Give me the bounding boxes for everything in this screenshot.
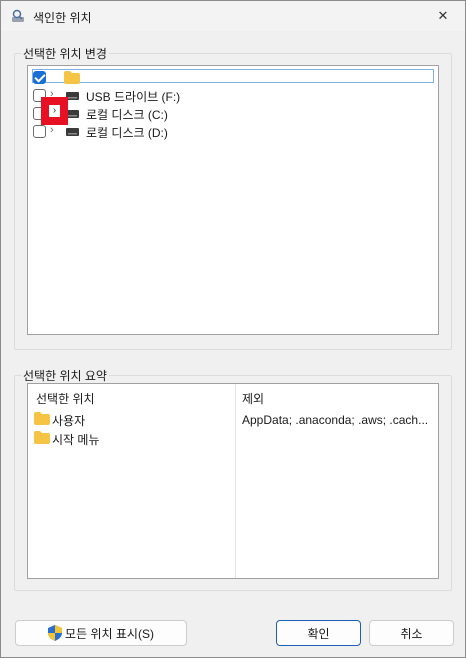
selected-locations-header: 선택한 위치 [36,392,95,406]
selected-row-bar [32,69,434,83]
close-button[interactable]: ✕ [421,1,465,31]
summary-item-start-menu: 시작 메뉴 [52,433,100,447]
summary-panel: 선택한 위치 제외 사용자 시작 메뉴 AppData; .anaconda; … [27,383,439,579]
change-locations-label: 선택한 위치 변경 [21,45,109,62]
highlight-marker[interactable]: › [41,97,68,125]
column-divider [235,384,236,578]
folder-icon [34,412,50,425]
expand-chevron-icon[interactable]: › [49,105,60,117]
cancel-button[interactable]: 취소 [369,620,454,646]
root-checkbox[interactable] [33,71,46,84]
close-icon: ✕ [437,8,449,23]
ok-button[interactable]: 확인 [276,620,361,646]
locations-tree[interactable]: › USB 드라이브 (F:) 로컬 디스크 (C:) › 로컬 디스크 (D:… [27,65,439,335]
folder-icon [64,71,80,84]
folder-icon [34,431,50,444]
tree-label-d: 로컬 디스크 (D:) [86,126,168,140]
title-bar: 색인한 위치 ✕ [1,1,465,31]
summary-item-users: 사용자 [52,414,86,428]
tree-label-c: 로컬 디스크 (C:) [86,108,168,122]
show-all-label: 모든 위치 표시(S) [65,626,154,641]
exclude-header: 제외 [242,392,265,406]
ok-label: 확인 [307,626,330,641]
tree-row-c[interactable]: 로컬 디스크 (C:) [28,104,438,122]
drive-icon [66,128,79,136]
shield-icon [48,625,63,641]
d-drive-checkbox[interactable] [33,125,46,138]
window-title: 색인한 위치 [33,11,92,25]
indexed-locations-dialog: 색인한 위치 ✕ 선택한 위치 변경 › USB 드라이브 (F:) 로컬 디스… [0,0,466,658]
cancel-label: 취소 [400,626,423,641]
expand-chevron-icon[interactable]: › [50,124,54,136]
tree-row-root[interactable] [28,68,438,86]
tree-row-usb[interactable]: › USB 드라이브 (F:) [28,86,438,104]
tree-row-d[interactable]: › 로컬 디스크 (D:) [28,122,438,140]
summary-label: 선택한 위치 요약 [21,367,109,384]
tree-label-usb: USB 드라이브 (F:) [86,90,181,104]
show-all-locations-button[interactable]: 모든 위치 표시(S) [15,620,187,646]
search-drive-icon [12,9,24,22]
exclude-text: AppData; .anaconda; .aws; .cach... [242,413,429,427]
